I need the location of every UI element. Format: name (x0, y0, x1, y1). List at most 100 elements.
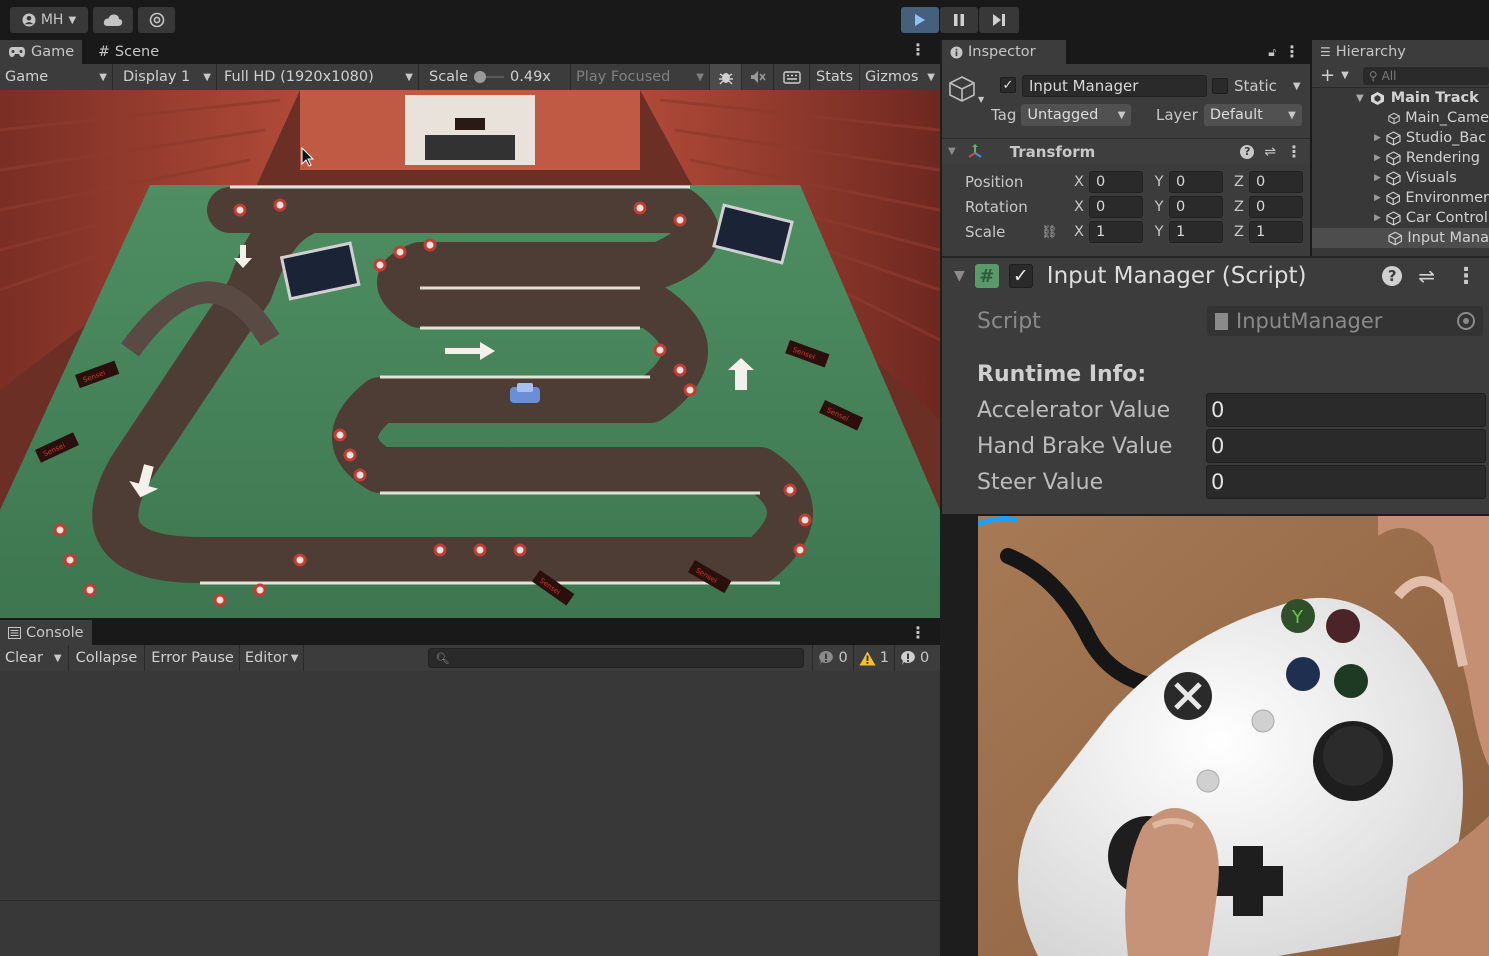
clear-button[interactable]: Clear (0, 645, 48, 671)
position-z-field[interactable]: 0 (1249, 171, 1303, 193)
list-icon: ☰ (1320, 45, 1331, 59)
help-icon[interactable]: ? (1240, 144, 1255, 159)
layer-value: Default (1209, 107, 1263, 123)
console-divider (0, 900, 940, 901)
rotation-x-field[interactable]: 0 (1089, 196, 1143, 218)
hierarchy-item[interactable]: ▶ Studio_Bac (1312, 128, 1489, 148)
hierarchy-item-selected[interactable]: Input Mana (1312, 228, 1489, 248)
collapse-toggle[interactable]: Collapse (69, 645, 146, 671)
object-picker-icon[interactable] (1457, 312, 1475, 330)
rotation-y-field[interactable]: 0 (1169, 196, 1223, 218)
lock-icon[interactable]: 🔓︎ (1260, 40, 1284, 64)
foldout-arrow-icon[interactable]: ▶ (1374, 153, 1381, 163)
foldout-arrow-icon[interactable]: ▶ (1374, 133, 1381, 143)
hierarchy-item[interactable]: Main_Came (1312, 108, 1489, 128)
foldout-arrow-icon[interactable]: ▼ (948, 146, 956, 157)
axis-x-label: X (1074, 224, 1084, 240)
position-x-field[interactable]: 0 (1089, 171, 1143, 193)
info-count-toggle[interactable]: 0 (812, 645, 852, 671)
collab-button[interactable] (138, 7, 175, 33)
tab-scene[interactable]: # Scene (90, 40, 167, 64)
editor-dropdown[interactable]: Editor ▼ (240, 645, 305, 671)
constrain-proportions-icon[interactable]: ⛓︎ (1041, 225, 1069, 240)
object-name-field[interactable]: Input Manager (1022, 75, 1207, 97)
static-checkbox[interactable] (1212, 78, 1228, 94)
tag-dropdown[interactable]: Untagged ▼ (1021, 104, 1132, 126)
display-dropdown[interactable]: Display 1 ▼ (113, 64, 217, 90)
foldout-arrow-icon[interactable]: ▶ (1374, 193, 1381, 203)
cloud-button[interactable] (93, 7, 133, 33)
search-placeholder: All (1381, 68, 1397, 83)
rotation-z-field[interactable]: 0 (1249, 196, 1303, 218)
accelerator-value-field[interactable]: 0 (1206, 393, 1486, 427)
hierarchy-scene-root[interactable]: ▼ Main Track (1312, 88, 1489, 108)
clear-options-dropdown[interactable]: ▼ (48, 645, 69, 671)
error-count-toggle[interactable]: 0 (893, 645, 934, 671)
hand-brake-value-field[interactable]: 0 (1206, 429, 1486, 463)
script-component-header[interactable]: ▼ # ✓ Input Manager (Script) ? ⇌ ⋮ (942, 260, 1489, 292)
account-button[interactable]: MH ▼ (10, 7, 88, 33)
scale-slider[interactable] (474, 71, 505, 83)
transform-menu-icon[interactable]: ⋮ (1286, 142, 1310, 161)
active-checkbox[interactable]: ✓ (1000, 77, 1016, 93)
preset-icon[interactable]: ⇌ (1264, 144, 1276, 160)
tab-console[interactable]: Console (0, 620, 92, 645)
preset-icon[interactable]: ⇌ (1418, 264, 1435, 288)
static-label: Static (1234, 77, 1277, 95)
static-dropdown-icon[interactable]: ▼ (1293, 81, 1301, 92)
tab-inspector[interactable]: Inspector (942, 40, 1066, 64)
foldout-arrow-icon[interactable]: ▼ (1356, 93, 1364, 104)
error-pause-toggle[interactable]: Error Pause (145, 645, 240, 671)
layer-dropdown[interactable]: Default ▼ (1203, 104, 1302, 126)
help-icon[interactable]: ? (1382, 266, 1403, 286)
rotation-z-value: 0 (1256, 199, 1266, 215)
scale-slider-thumb[interactable] (474, 71, 487, 83)
view-dropdown[interactable]: Game ▼ (0, 64, 113, 90)
play-focused-dropdown[interactable]: Play Focused ▼ (571, 64, 710, 90)
stats-button[interactable]: Stats (810, 64, 860, 90)
foldout-arrow-icon[interactable]: ▶ (1374, 173, 1381, 183)
script-object-field[interactable]: InputManager (1207, 306, 1483, 336)
tab-hierarchy[interactable]: ☰ Hierarchy (1312, 40, 1489, 64)
accelerator-row: Accelerator Value 0 (977, 393, 1489, 427)
hierarchy-item[interactable]: ▶ Visuals (1312, 168, 1489, 188)
keyboard-toggle[interactable] (774, 64, 810, 90)
chevron-down-icon: ▼ (405, 71, 413, 83)
console-search-input[interactable]: 🔍︎ (428, 648, 805, 668)
console-menu-icon[interactable]: ⋮ (910, 620, 940, 645)
warning-count-toggle[interactable]: 1 (852, 645, 894, 671)
play-button[interactable] (901, 7, 939, 33)
game-viewport[interactable]: Sensei Sensei Sensei Sensei Sensei Sense… (0, 90, 940, 618)
scale-z-field[interactable]: 1 (1249, 221, 1303, 243)
cloud-icon (103, 14, 123, 26)
scale-x-field[interactable]: 1 (1089, 221, 1143, 243)
resolution-dropdown[interactable]: Full HD (1920x1080) ▼ (217, 64, 419, 90)
transform-header[interactable]: ▼ Transform ? ⇌ ⋮ (942, 138, 1310, 164)
console-log-area[interactable] (0, 671, 940, 956)
scale-y-field[interactable]: 1 (1169, 221, 1223, 243)
script-component-menu-icon[interactable]: ⋮ (1445, 264, 1489, 289)
mute-toggle[interactable] (742, 64, 774, 90)
hierarchy-item[interactable]: ▶ Rendering (1312, 148, 1489, 168)
game-panel-menu-icon[interactable]: ⋮ (910, 40, 940, 64)
script-enabled-checkbox[interactable]: ✓ (1008, 264, 1033, 288)
tab-game[interactable]: Game (0, 40, 83, 64)
inspector-menu-icon[interactable]: ⋮ (1284, 40, 1310, 64)
error-icon (901, 651, 915, 665)
account-icon (22, 13, 36, 27)
step-button[interactable] (979, 7, 1019, 33)
position-y-field[interactable]: 0 (1169, 171, 1223, 193)
add-icon[interactable]: + (1320, 65, 1335, 86)
foldout-arrow-icon[interactable]: ▶ (1374, 213, 1381, 223)
bug-toggle[interactable] (710, 64, 742, 90)
hierarchy-search-input[interactable]: ⚲ All (1362, 66, 1489, 85)
script-label: Script (977, 308, 1041, 334)
svg-text:Y: Y (1291, 607, 1304, 628)
steer-value-field[interactable]: 0 (1206, 465, 1486, 499)
pause-button[interactable] (940, 7, 978, 33)
chevron-down-icon[interactable]: ▼ (1341, 70, 1349, 81)
hierarchy-item[interactable]: ▶ Environmer (1312, 188, 1489, 208)
gizmos-button[interactable]: Gizmos ▼ (860, 64, 940, 90)
foldout-arrow-icon[interactable]: ▼ (954, 268, 965, 284)
hierarchy-item[interactable]: ▶ Car Control (1312, 208, 1489, 228)
